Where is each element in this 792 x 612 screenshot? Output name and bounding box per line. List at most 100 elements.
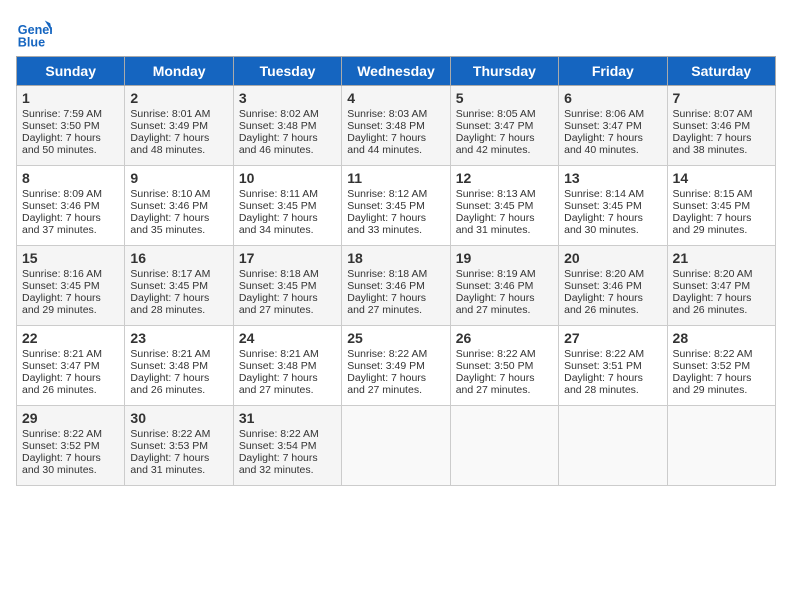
day-cell: 8Sunrise: 8:09 AMSunset: 3:46 PMDaylight… bbox=[17, 166, 125, 246]
day-cell: 2Sunrise: 8:01 AMSunset: 3:49 PMDaylight… bbox=[125, 86, 233, 166]
week-row-4: 22Sunrise: 8:21 AMSunset: 3:47 PMDayligh… bbox=[17, 326, 776, 406]
day-cell: 9Sunrise: 8:10 AMSunset: 3:46 PMDaylight… bbox=[125, 166, 233, 246]
day-cell bbox=[342, 406, 450, 486]
day-number: 15 bbox=[22, 250, 119, 266]
calendar-table: SundayMondayTuesdayWednesdayThursdayFrid… bbox=[16, 56, 776, 486]
sunset: Sunset: 3:45 PM bbox=[22, 280, 100, 292]
day-cell: 22Sunrise: 8:21 AMSunset: 3:47 PMDayligh… bbox=[17, 326, 125, 406]
sunrise: Sunrise: 8:16 AM bbox=[22, 268, 102, 280]
day-number: 3 bbox=[239, 90, 336, 106]
sunrise: Sunrise: 8:21 AM bbox=[130, 348, 210, 360]
calendar-body: 1Sunrise: 7:59 AMSunset: 3:50 PMDaylight… bbox=[17, 86, 776, 486]
header-row: SundayMondayTuesdayWednesdayThursdayFrid… bbox=[17, 57, 776, 86]
day-number: 11 bbox=[347, 170, 444, 186]
sunrise: Sunrise: 8:22 AM bbox=[673, 348, 753, 360]
daylight: Daylight: 7 hours and 26 minutes. bbox=[564, 292, 643, 316]
header-cell-sunday: Sunday bbox=[17, 57, 125, 86]
daylight: Daylight: 7 hours and 38 minutes. bbox=[673, 132, 752, 156]
header-cell-friday: Friday bbox=[559, 57, 667, 86]
daylight: Daylight: 7 hours and 48 minutes. bbox=[130, 132, 209, 156]
daylight: Daylight: 7 hours and 37 minutes. bbox=[22, 212, 101, 236]
day-number: 16 bbox=[130, 250, 227, 266]
day-cell: 25Sunrise: 8:22 AMSunset: 3:49 PMDayligh… bbox=[342, 326, 450, 406]
sunset: Sunset: 3:46 PM bbox=[347, 280, 425, 292]
day-number: 9 bbox=[130, 170, 227, 186]
day-number: 19 bbox=[456, 250, 553, 266]
daylight: Daylight: 7 hours and 27 minutes. bbox=[239, 292, 318, 316]
header-cell-saturday: Saturday bbox=[667, 57, 775, 86]
day-cell: 30Sunrise: 8:22 AMSunset: 3:53 PMDayligh… bbox=[125, 406, 233, 486]
day-number: 8 bbox=[22, 170, 119, 186]
day-number: 6 bbox=[564, 90, 661, 106]
day-cell: 4Sunrise: 8:03 AMSunset: 3:48 PMDaylight… bbox=[342, 86, 450, 166]
day-cell: 26Sunrise: 8:22 AMSunset: 3:50 PMDayligh… bbox=[450, 326, 558, 406]
sunset: Sunset: 3:50 PM bbox=[456, 360, 534, 372]
day-number: 14 bbox=[673, 170, 770, 186]
day-cell: 24Sunrise: 8:21 AMSunset: 3:48 PMDayligh… bbox=[233, 326, 341, 406]
day-cell: 29Sunrise: 8:22 AMSunset: 3:52 PMDayligh… bbox=[17, 406, 125, 486]
sunset: Sunset: 3:46 PM bbox=[673, 120, 751, 132]
daylight: Daylight: 7 hours and 34 minutes. bbox=[239, 212, 318, 236]
sunrise: Sunrise: 8:20 AM bbox=[673, 268, 753, 280]
sunset: Sunset: 3:53 PM bbox=[130, 440, 208, 452]
day-number: 24 bbox=[239, 330, 336, 346]
daylight: Daylight: 7 hours and 42 minutes. bbox=[456, 132, 535, 156]
sunset: Sunset: 3:45 PM bbox=[564, 200, 642, 212]
day-cell: 15Sunrise: 8:16 AMSunset: 3:45 PMDayligh… bbox=[17, 246, 125, 326]
daylight: Daylight: 7 hours and 46 minutes. bbox=[239, 132, 318, 156]
day-number: 18 bbox=[347, 250, 444, 266]
sunset: Sunset: 3:54 PM bbox=[239, 440, 317, 452]
day-cell: 27Sunrise: 8:22 AMSunset: 3:51 PMDayligh… bbox=[559, 326, 667, 406]
sunset: Sunset: 3:52 PM bbox=[22, 440, 100, 452]
sunset: Sunset: 3:45 PM bbox=[239, 200, 317, 212]
day-number: 25 bbox=[347, 330, 444, 346]
day-cell: 10Sunrise: 8:11 AMSunset: 3:45 PMDayligh… bbox=[233, 166, 341, 246]
day-number: 30 bbox=[130, 410, 227, 426]
day-cell: 31Sunrise: 8:22 AMSunset: 3:54 PMDayligh… bbox=[233, 406, 341, 486]
day-number: 23 bbox=[130, 330, 227, 346]
sunset: Sunset: 3:48 PM bbox=[239, 360, 317, 372]
day-number: 27 bbox=[564, 330, 661, 346]
daylight: Daylight: 7 hours and 26 minutes. bbox=[130, 372, 209, 396]
day-number: 17 bbox=[239, 250, 336, 266]
sunrise: Sunrise: 8:18 AM bbox=[239, 268, 319, 280]
sunset: Sunset: 3:47 PM bbox=[564, 120, 642, 132]
daylight: Daylight: 7 hours and 33 minutes. bbox=[347, 212, 426, 236]
calendar-header: SundayMondayTuesdayWednesdayThursdayFrid… bbox=[17, 57, 776, 86]
day-cell: 19Sunrise: 8:19 AMSunset: 3:46 PMDayligh… bbox=[450, 246, 558, 326]
day-cell: 16Sunrise: 8:17 AMSunset: 3:45 PMDayligh… bbox=[125, 246, 233, 326]
sunrise: Sunrise: 8:13 AM bbox=[456, 188, 536, 200]
day-cell: 14Sunrise: 8:15 AMSunset: 3:45 PMDayligh… bbox=[667, 166, 775, 246]
week-row-3: 15Sunrise: 8:16 AMSunset: 3:45 PMDayligh… bbox=[17, 246, 776, 326]
sunrise: Sunrise: 8:21 AM bbox=[239, 348, 319, 360]
day-number: 4 bbox=[347, 90, 444, 106]
day-cell: 11Sunrise: 8:12 AMSunset: 3:45 PMDayligh… bbox=[342, 166, 450, 246]
day-number: 10 bbox=[239, 170, 336, 186]
day-number: 1 bbox=[22, 90, 119, 106]
day-number: 7 bbox=[673, 90, 770, 106]
day-number: 22 bbox=[22, 330, 119, 346]
sunrise: Sunrise: 8:22 AM bbox=[347, 348, 427, 360]
sunrise: Sunrise: 8:22 AM bbox=[564, 348, 644, 360]
sunrise: Sunrise: 8:19 AM bbox=[456, 268, 536, 280]
sunset: Sunset: 3:45 PM bbox=[456, 200, 534, 212]
sunset: Sunset: 3:51 PM bbox=[564, 360, 642, 372]
sunset: Sunset: 3:45 PM bbox=[347, 200, 425, 212]
day-cell: 20Sunrise: 8:20 AMSunset: 3:46 PMDayligh… bbox=[559, 246, 667, 326]
day-cell: 6Sunrise: 8:06 AMSunset: 3:47 PMDaylight… bbox=[559, 86, 667, 166]
sunrise: Sunrise: 8:09 AM bbox=[22, 188, 102, 200]
daylight: Daylight: 7 hours and 26 minutes. bbox=[673, 292, 752, 316]
sunset: Sunset: 3:46 PM bbox=[456, 280, 534, 292]
sunset: Sunset: 3:45 PM bbox=[130, 280, 208, 292]
sunset: Sunset: 3:49 PM bbox=[130, 120, 208, 132]
logo: General Blue bbox=[16, 16, 58, 52]
sunset: Sunset: 3:50 PM bbox=[22, 120, 100, 132]
sunrise: Sunrise: 8:20 AM bbox=[564, 268, 644, 280]
sunset: Sunset: 3:45 PM bbox=[673, 200, 751, 212]
day-cell: 5Sunrise: 8:05 AMSunset: 3:47 PMDaylight… bbox=[450, 86, 558, 166]
day-cell bbox=[559, 406, 667, 486]
header-cell-tuesday: Tuesday bbox=[233, 57, 341, 86]
day-number: 21 bbox=[673, 250, 770, 266]
daylight: Daylight: 7 hours and 28 minutes. bbox=[130, 292, 209, 316]
header-cell-thursday: Thursday bbox=[450, 57, 558, 86]
